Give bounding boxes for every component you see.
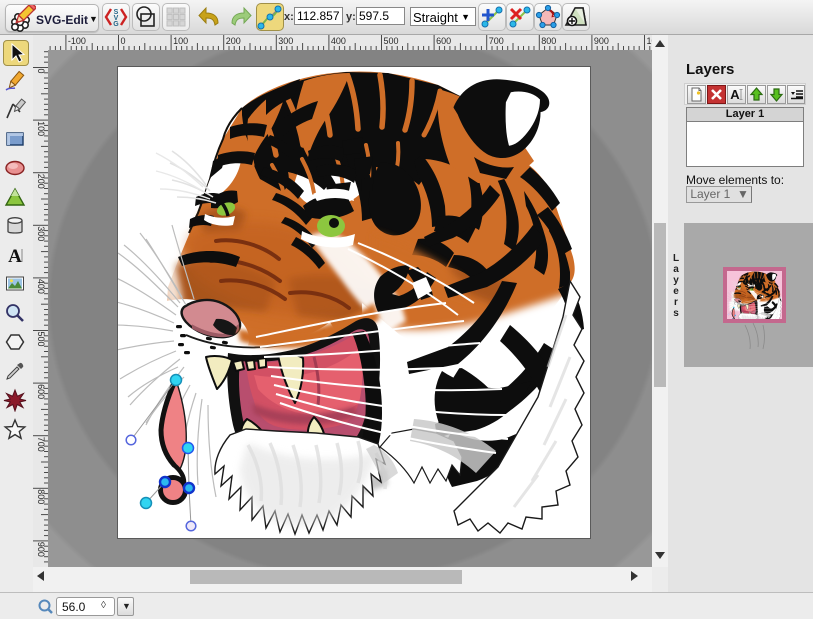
svg-text:400: 400 (36, 279, 46, 294)
svg-text:0: 0 (121, 36, 126, 46)
svg-text:600: 600 (36, 384, 46, 399)
svg-text:A: A (8, 246, 22, 267)
svg-text:800: 800 (36, 489, 46, 504)
svg-text:500: 500 (36, 332, 46, 347)
svg-text:400: 400 (331, 36, 346, 46)
svg-text:200: 200 (226, 36, 241, 46)
svg-text:100: 100 (173, 36, 188, 46)
svg-text:G: G (113, 21, 119, 28)
svg-text:900: 900 (36, 542, 46, 557)
svg-text:700: 700 (36, 437, 46, 452)
svg-text:800: 800 (541, 36, 556, 46)
svg-text:100: 100 (36, 121, 46, 136)
svg-text:900: 900 (594, 36, 609, 46)
svg-text:-100: -100 (68, 36, 86, 46)
svg-text:300: 300 (278, 36, 293, 46)
svg-text:500: 500 (384, 36, 399, 46)
svg-text:200: 200 (36, 174, 46, 189)
svg-text:700: 700 (489, 36, 504, 46)
svg-text:600: 600 (436, 36, 451, 46)
svg-text:A: A (730, 87, 740, 102)
svg-text:300: 300 (36, 226, 46, 241)
